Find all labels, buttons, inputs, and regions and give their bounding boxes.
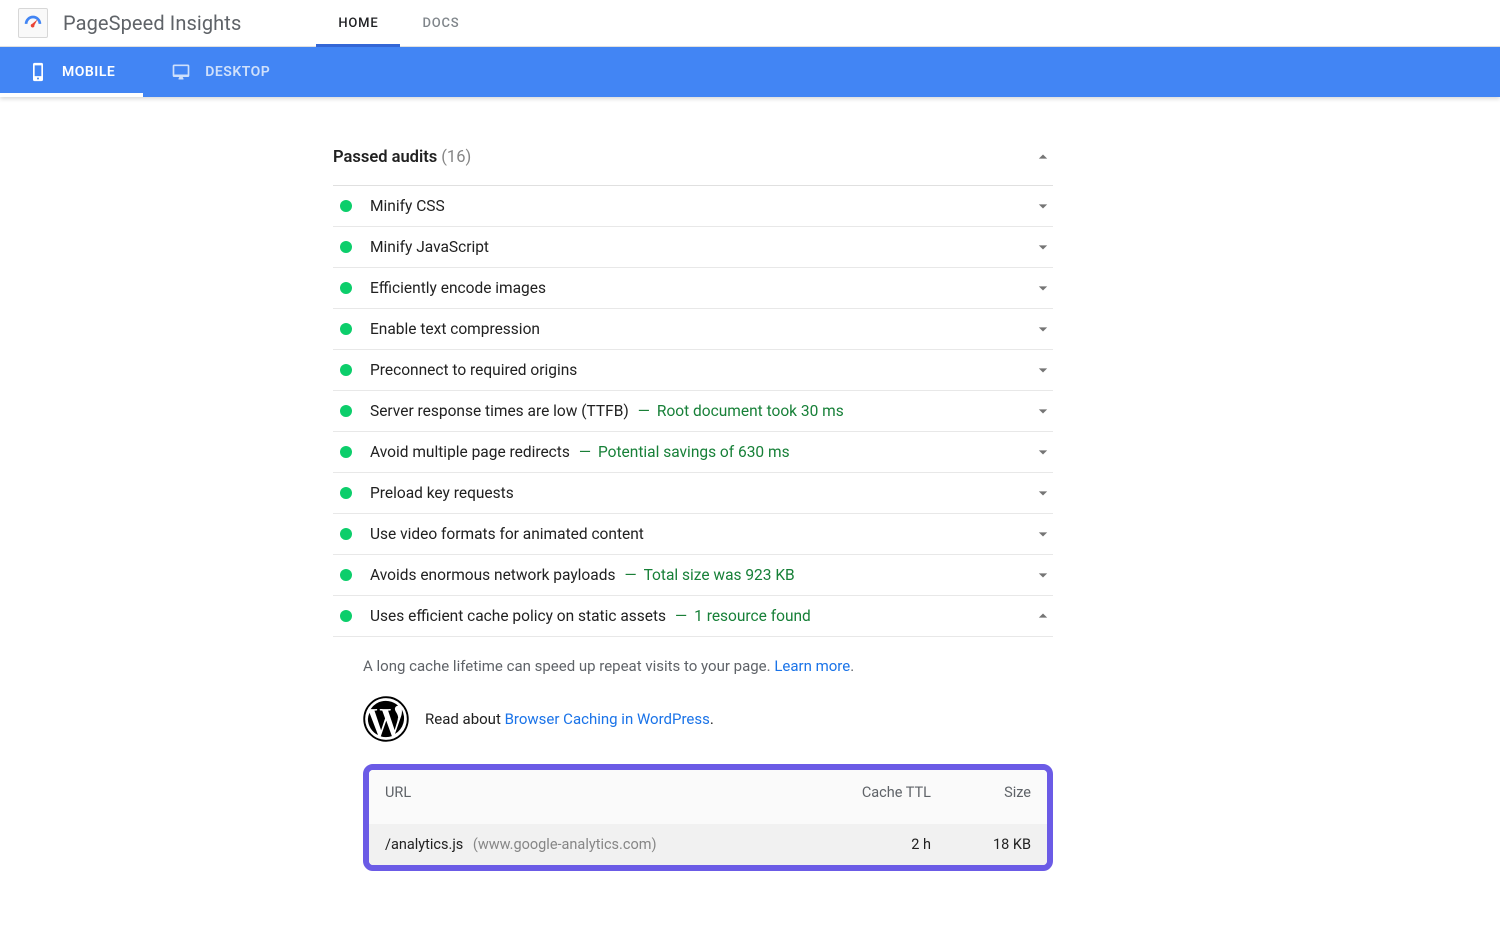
- audit-detail: Total size was 923 KB: [644, 566, 795, 584]
- device-tab-mobile[interactable]: MOBILE: [0, 47, 143, 97]
- table-row: /analytics.js (www.google-analytics.com)…: [369, 824, 1047, 865]
- top-tabs: HOME DOCS: [316, 0, 481, 46]
- status-dot-pass: [340, 241, 352, 253]
- audit-title: Server response times are low (TTFB): [370, 402, 629, 420]
- table-header-row: URL Cache TTL Size: [369, 770, 1047, 824]
- chevron-down-icon: [1033, 278, 1053, 298]
- audit-row[interactable]: Enable text compression: [333, 309, 1053, 350]
- audit-title: Preload key requests: [370, 484, 514, 502]
- status-dot-pass: [340, 528, 352, 540]
- audit-detail: Potential savings of 630 ms: [598, 443, 790, 461]
- audit-title: Efficiently encode images: [370, 279, 546, 297]
- chevron-down-icon: [1033, 401, 1053, 421]
- chevron-up-icon: [1033, 606, 1053, 626]
- cache-table: URL Cache TTL Size /analytics.js (www.go…: [369, 770, 1047, 865]
- url-path: /analytics.js: [385, 836, 463, 853]
- audit-row[interactable]: Avoid multiple page redirects — Potential …: [333, 432, 1053, 473]
- audit-row[interactable]: Server response times are low (TTFB) — Roo…: [333, 391, 1053, 432]
- desktop-icon: [171, 62, 191, 82]
- chevron-down-icon: [1033, 196, 1053, 216]
- status-dot-pass: [340, 200, 352, 212]
- audit-row[interactable]: Minify JavaScript: [333, 227, 1053, 268]
- wp-caching-link[interactable]: Browser Caching in WordPress: [505, 710, 710, 728]
- content-area: Passed audits (16) Minify CSS Minify Java…: [333, 97, 1053, 931]
- chevron-down-icon: [1033, 524, 1053, 544]
- chevron-up-icon: [1033, 147, 1053, 167]
- audit-title: Minify JavaScript: [370, 238, 489, 256]
- status-dot-pass: [340, 405, 352, 417]
- status-dot-pass: [340, 323, 352, 335]
- audit-row[interactable]: Minify CSS: [333, 186, 1053, 227]
- status-dot-pass: [340, 282, 352, 294]
- mobile-icon: [28, 62, 48, 82]
- audit-title: Enable text compression: [370, 320, 540, 338]
- chevron-down-icon: [1033, 442, 1053, 462]
- gauge-icon: [22, 12, 44, 34]
- wp-period: .: [710, 710, 714, 728]
- cell-ttl: 2 h: [803, 824, 947, 865]
- status-dot-pass: [340, 487, 352, 499]
- url-host: (www.google-analytics.com): [473, 836, 657, 853]
- audit-row[interactable]: Use video formats for animated content: [333, 514, 1053, 555]
- device-tab-mobile-label: MOBILE: [62, 64, 115, 80]
- section-title: Passed audits: [333, 148, 437, 167]
- audit-expanded-body: A long cache lifetime can speed up repea…: [333, 637, 1053, 871]
- app-header: PageSpeed Insights HOME DOCS: [0, 0, 1500, 47]
- device-tab-desktop[interactable]: DESKTOP: [143, 47, 298, 97]
- audit-dash: —: [638, 402, 650, 420]
- status-dot-pass: [340, 364, 352, 376]
- device-bar: MOBILE DESKTOP: [0, 47, 1500, 97]
- audit-detail: 1 resource found: [694, 607, 811, 625]
- desc-period: .: [850, 657, 854, 675]
- status-dot-pass: [340, 446, 352, 458]
- audit-dash: —: [624, 566, 636, 584]
- app-title: PageSpeed Insights: [63, 11, 241, 35]
- passed-audits-header[interactable]: Passed audits (16): [333, 135, 1053, 186]
- audit-row[interactable]: Preload key requests: [333, 473, 1053, 514]
- learn-more-link[interactable]: Learn more: [774, 657, 850, 675]
- audit-row[interactable]: Uses efficient cache policy on static as…: [333, 596, 1053, 637]
- audit-row[interactable]: Preconnect to required origins: [333, 350, 1053, 391]
- col-ttl: Cache TTL: [803, 770, 947, 824]
- device-tab-desktop-label: DESKTOP: [205, 64, 270, 80]
- section-count: (16): [441, 148, 471, 167]
- tab-home[interactable]: HOME: [316, 0, 400, 46]
- status-dot-pass: [340, 569, 352, 581]
- audit-title: Avoid multiple page redirects: [370, 443, 570, 461]
- audit-dash: —: [675, 607, 687, 625]
- col-url: URL: [369, 770, 803, 824]
- app-logo: [18, 8, 48, 38]
- chevron-down-icon: [1033, 237, 1053, 257]
- audit-title: Uses efficient cache policy on static as…: [370, 607, 666, 625]
- wordpress-hint: Read about Browser Caching in WordPress.: [363, 696, 1053, 742]
- audit-dash: —: [579, 443, 591, 461]
- col-size: Size: [947, 770, 1047, 824]
- audit-title: Minify CSS: [370, 197, 445, 215]
- tab-docs[interactable]: DOCS: [400, 0, 481, 46]
- desc-text: A long cache lifetime can speed up repea…: [363, 657, 774, 675]
- audit-detail: Root document took 30 ms: [657, 402, 844, 420]
- audit-list: Minify CSS Minify JavaScript Efficiently e…: [333, 186, 1053, 637]
- audit-title: Use video formats for animated content: [370, 525, 644, 543]
- cell-size: 18 KB: [947, 824, 1047, 865]
- cell-url: /analytics.js (www.google-analytics.com): [369, 824, 803, 865]
- chevron-down-icon: [1033, 360, 1053, 380]
- status-dot-pass: [340, 610, 352, 622]
- audit-title: Preconnect to required origins: [370, 361, 577, 379]
- cache-table-highlight: URL Cache TTL Size /analytics.js (www.go…: [363, 764, 1053, 871]
- audit-description: A long cache lifetime can speed up repea…: [363, 655, 1053, 678]
- chevron-down-icon: [1033, 319, 1053, 339]
- wp-prefix: Read about: [425, 710, 505, 728]
- wordpress-icon: [363, 696, 409, 742]
- audit-title: Avoids enormous network payloads: [370, 566, 615, 584]
- audit-row[interactable]: Avoids enormous network payloads — Total s…: [333, 555, 1053, 596]
- chevron-down-icon: [1033, 483, 1053, 503]
- chevron-down-icon: [1033, 565, 1053, 585]
- audit-row[interactable]: Efficiently encode images: [333, 268, 1053, 309]
